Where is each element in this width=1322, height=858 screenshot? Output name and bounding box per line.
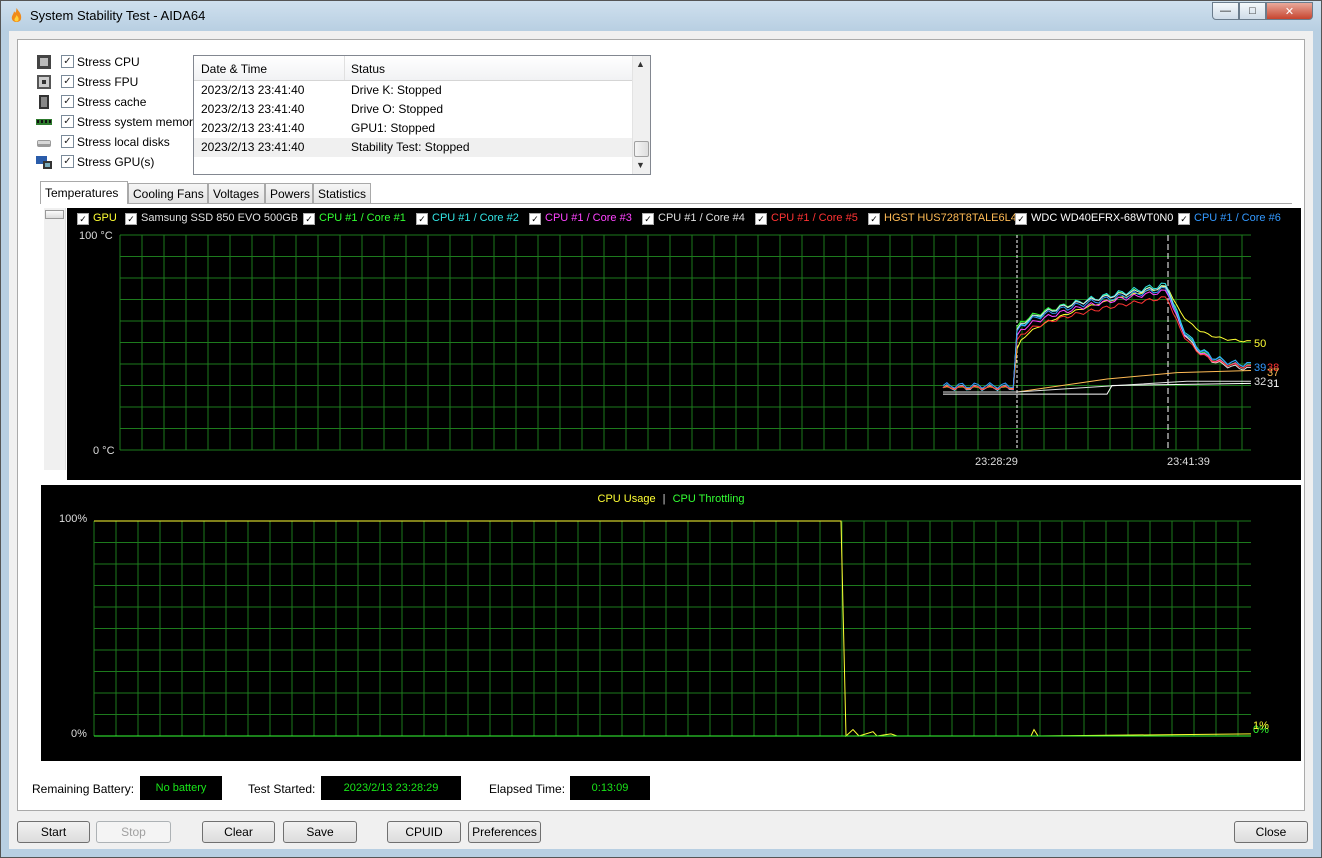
tab-powers[interactable]: Powers: [265, 183, 313, 203]
cache-icon: [39, 95, 49, 109]
tab-body: [40, 203, 1292, 205]
series-line: [942, 289, 1251, 391]
usage-end-value: 1%: [1253, 720, 1269, 732]
disk-icon: [37, 140, 51, 147]
tab-voltages[interactable]: Voltages: [208, 183, 265, 203]
flame-app-icon: [11, 8, 22, 22]
cpu-usage-plot: [93, 520, 1252, 738]
log-row-status: Stability Test: Stopped: [351, 140, 470, 154]
log-row-datetime: 2023/2/13 23:41:40: [201, 102, 305, 116]
close-icon: ✕: [1284, 5, 1295, 18]
clear-button[interactable]: Clear: [202, 821, 275, 843]
stress-cache-label: Stress cache: [77, 95, 147, 109]
stress-gpu-label: Stress GPU(s): [77, 155, 155, 169]
end-value-label: 32: [1254, 376, 1267, 388]
status-log-list[interactable]: Date & Time Status 2023/2/13 23:41:40 Dr…: [193, 55, 651, 175]
stress-cpu-label: Stress CPU: [77, 55, 140, 69]
log-row-status: Drive K: Stopped: [351, 83, 442, 97]
tab-temperatures[interactable]: Temperatures: [40, 181, 128, 204]
aida64-window: System Stability Test - AIDA64 — □ ✕ ✓ S…: [0, 0, 1322, 858]
log-header-status[interactable]: Status: [351, 62, 385, 76]
fpu-icon: [37, 75, 51, 89]
time-start-label: 23:28:29: [975, 456, 1018, 468]
battery-label: Remaining Battery:: [32, 782, 135, 796]
maximize-button[interactable]: □: [1239, 2, 1266, 20]
preferences-button[interactable]: Preferences: [468, 821, 541, 843]
log-row[interactable]: 2023/2/13 23:41:40 GPU1: Stopped: [194, 119, 632, 138]
client-area: ✓ Stress CPU ✓ Stress FPU ✓ Stress cache…: [9, 31, 1313, 849]
log-row[interactable]: 2023/2/13 23:41:40 Drive K: Stopped: [194, 81, 632, 100]
stress-gpu-checkbox[interactable]: ✓: [61, 155, 74, 168]
log-header: Date & Time Status: [194, 56, 632, 81]
series-line: [942, 284, 1252, 391]
graph-scroll-thumb[interactable]: [45, 210, 64, 219]
log-header-datetime[interactable]: Date & Time: [201, 62, 267, 76]
log-row-status: GPU1: Stopped: [351, 121, 436, 135]
elapsed-time-value: 0:13:09: [570, 776, 650, 800]
log-row-datetime: 2023/2/13 23:41:40: [201, 83, 305, 97]
temperature-plot: [119, 234, 1252, 451]
graph-scrollbar[interactable]: [44, 208, 66, 470]
memory-icon: [36, 119, 52, 125]
battery-value: No battery: [140, 776, 222, 800]
title-bar[interactable]: System Stability Test - AIDA64 — □ ✕: [1, 1, 1321, 31]
stress-cpu-checkbox[interactable]: ✓: [61, 55, 74, 68]
tab-statistics[interactable]: Statistics: [313, 183, 371, 203]
tab-cooling-fans[interactable]: Cooling Fans: [128, 183, 208, 203]
series-line: [942, 296, 1251, 391]
stress-memory-checkbox[interactable]: ✓: [61, 115, 74, 128]
log-row-status: Drive O: Stopped: [351, 102, 444, 116]
close-window-button[interactable]: ✕: [1266, 2, 1313, 20]
log-scroll-thumb[interactable]: [634, 141, 649, 157]
scroll-up-icon[interactable]: ▲: [636, 59, 645, 69]
cpu-usage-graph: CPU Usage | CPU Throttling 100% 0% 0% 1%: [41, 485, 1301, 761]
elapsed-time-label: Elapsed Time:: [489, 782, 566, 796]
stop-button[interactable]: Stop: [96, 821, 171, 843]
log-row[interactable]: 2023/2/13 23:41:40 Drive O: Stopped: [194, 100, 632, 119]
log-scrollbar[interactable]: ▲ ▼: [632, 56, 650, 174]
maximize-icon: □: [1249, 5, 1256, 17]
cpuid-button[interactable]: CPUID: [387, 821, 461, 843]
log-row-datetime: 2023/2/13 23:41:40: [201, 121, 305, 135]
gpu-icon: [36, 156, 52, 169]
time-end-label: 23:41:39: [1167, 456, 1210, 468]
log-row-datetime: 2023/2/13 23:41:40: [201, 140, 305, 154]
close-button[interactable]: Close: [1234, 821, 1308, 843]
end-value-label: 31: [1267, 378, 1280, 390]
cpu-icon: [37, 55, 51, 69]
temperature-graph: ✓ GPU ✓ Samsung SSD 850 EVO 500GB ✓ CPU #1 …: [67, 208, 1301, 480]
end-value-label: 39: [1254, 362, 1267, 374]
stress-fpu-checkbox[interactable]: ✓: [61, 75, 74, 88]
test-started-value: 2023/2/13 23:28:29: [321, 776, 461, 800]
minimize-button[interactable]: —: [1212, 2, 1239, 20]
series-line: [942, 286, 1252, 390]
stress-disks-checkbox[interactable]: ✓: [61, 135, 74, 148]
log-row[interactable]: 2023/2/13 23:41:40 Stability Test: Stopp…: [194, 138, 632, 157]
series-line: [942, 286, 1251, 389]
stress-cache-checkbox[interactable]: ✓: [61, 95, 74, 108]
window-title: System Stability Test - AIDA64: [30, 8, 206, 23]
end-value-label: 50: [1254, 338, 1267, 350]
minimize-icon: —: [1220, 5, 1231, 17]
stress-fpu-label: Stress FPU: [77, 75, 139, 89]
stress-disks-label: Stress local disks: [77, 135, 170, 149]
test-started-label: Test Started:: [248, 782, 316, 796]
main-panel: ✓ Stress CPU ✓ Stress FPU ✓ Stress cache…: [17, 39, 1305, 811]
series-line: [942, 285, 1252, 391]
start-button[interactable]: Start: [17, 821, 90, 843]
save-button[interactable]: Save: [283, 821, 357, 843]
scroll-down-icon[interactable]: ▼: [636, 160, 645, 170]
stress-memory-label: Stress system memory: [77, 115, 200, 129]
